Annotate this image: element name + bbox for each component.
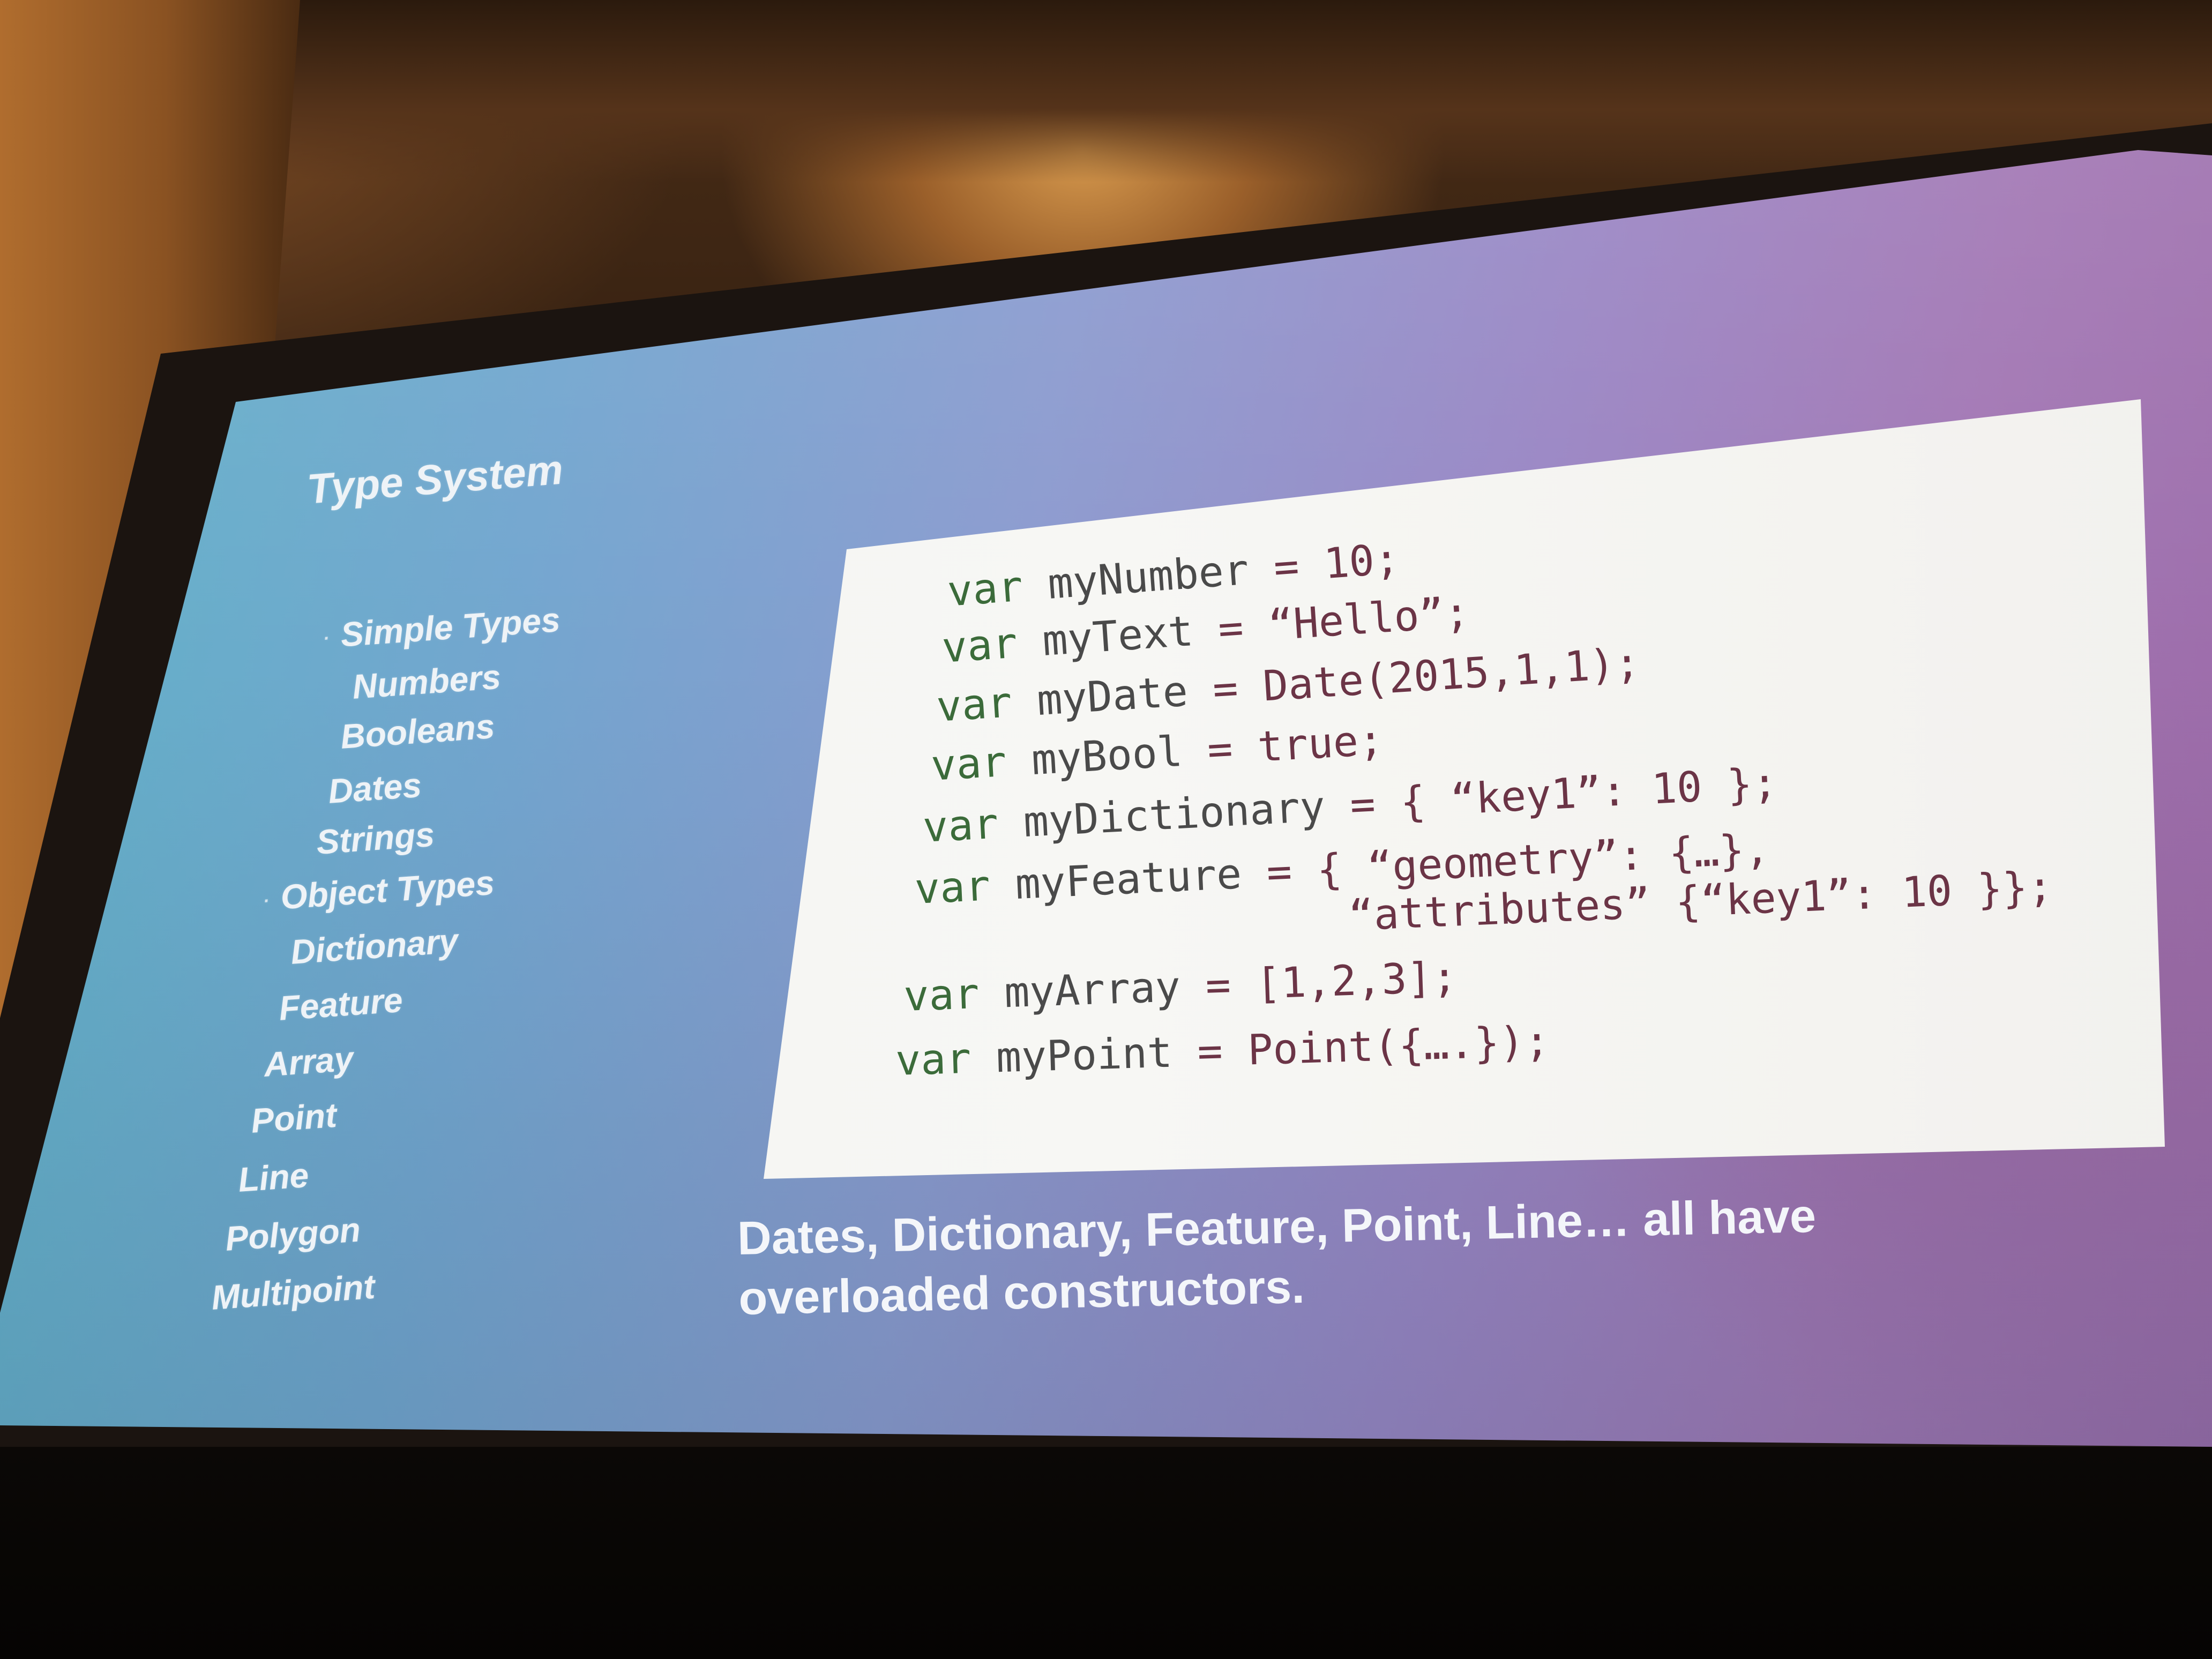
outline-item-label: Point xyxy=(250,1095,338,1140)
code-variable-name: myDate xyxy=(1035,667,1190,726)
code-variable-name: myPoint xyxy=(995,1028,1174,1082)
outline-item: Dates xyxy=(327,765,423,811)
stage-floor xyxy=(0,1447,2212,1659)
bullet-icon: · xyxy=(262,890,270,911)
code-keyword: var xyxy=(930,737,1008,790)
outline-item-label: Strings xyxy=(315,814,436,862)
code-keyword: var xyxy=(935,678,1014,731)
outline-item: Array xyxy=(263,1038,355,1084)
code-variable-name: myArray xyxy=(1003,962,1182,1018)
code-value: = [1,2,3]; xyxy=(1179,953,1458,1011)
code-keyword: var xyxy=(914,862,991,914)
code-keyword: var xyxy=(946,562,1025,616)
code-keyword: var xyxy=(922,799,1000,852)
code-keyword: var xyxy=(903,970,980,1021)
outline-item: Point xyxy=(250,1095,338,1141)
outline-item-label: Dates xyxy=(327,765,423,811)
outline-item: Strings xyxy=(315,814,436,862)
conference-photo: Type System · Simple Types Numbers Booleans… xyxy=(0,0,2212,1659)
outline-item: Line xyxy=(237,1155,310,1200)
footer-note: Dates, Dictionary, Feature, Point, Line…… xyxy=(737,1186,1818,1328)
bullet-icon: · xyxy=(322,627,330,649)
code-variable-name: myBool xyxy=(1030,727,1184,785)
code-keyword: var xyxy=(940,619,1019,672)
outline-item-label: Line xyxy=(237,1155,310,1199)
code-keyword: var xyxy=(895,1034,972,1085)
ceiling xyxy=(0,0,2212,182)
code-variable-name: myText xyxy=(1041,607,1195,666)
outline-item-label: Array xyxy=(263,1039,355,1084)
outline-item-label: Feature xyxy=(278,980,404,1028)
